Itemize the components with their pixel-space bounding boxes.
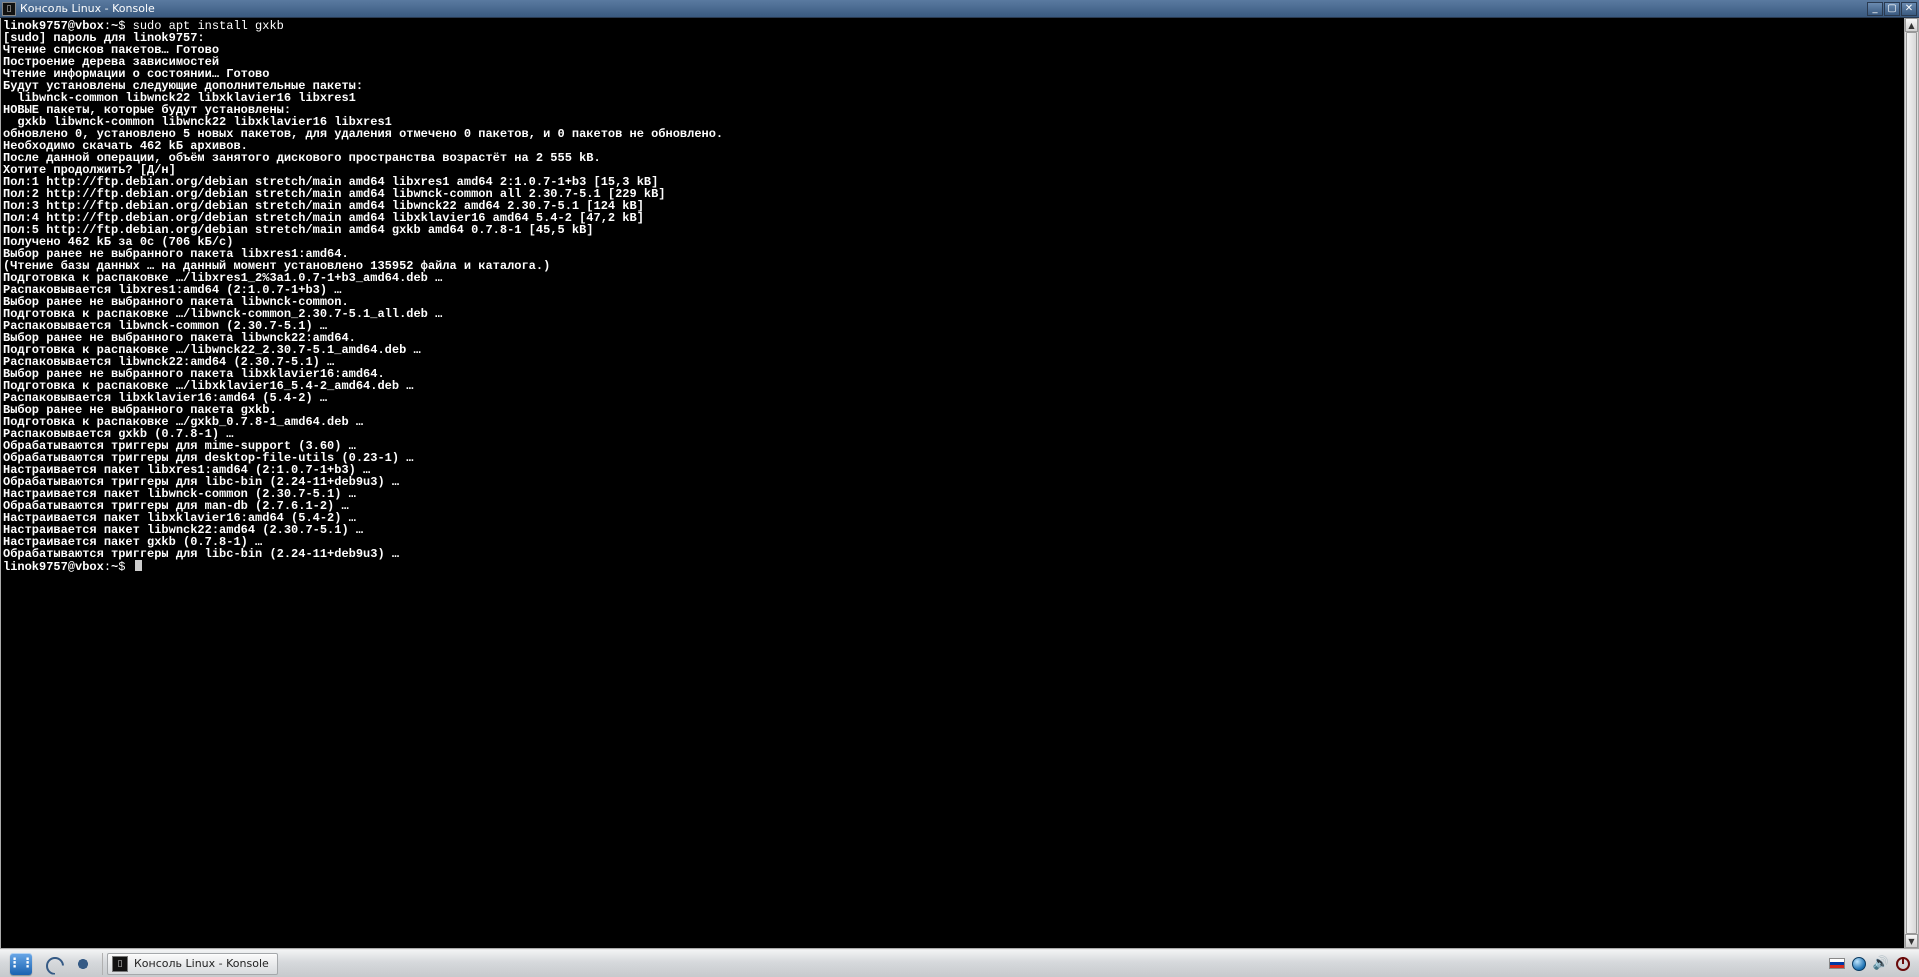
terminal[interactable]: linok9757@vbox:~$ sudo apt install gxkb[… — [1, 18, 1904, 948]
terminal-line: Подготовка к распаковке …/gxkb_0.7.8-1_a… — [3, 416, 1902, 428]
app-icon: ▯ — [2, 2, 16, 16]
window-body: linok9757@vbox:~$ sudo apt install gxkb[… — [0, 18, 1919, 949]
task-label: Консоль Linux - Konsole — [134, 957, 269, 970]
terminal-line: обновлено 0, установлено 5 новых пакетов… — [3, 128, 1902, 140]
maximize-button[interactable]: ▢ — [1884, 2, 1900, 16]
close-button[interactable]: ✕ — [1901, 2, 1917, 16]
volume-icon[interactable]: 🔊 — [1873, 956, 1889, 972]
vertical-scrollbar[interactable]: ▲ ▼ — [1904, 18, 1918, 948]
power-icon[interactable] — [1895, 956, 1911, 972]
taskbar-separator — [102, 953, 103, 975]
window-title: Консоль Linux - Konsole — [20, 2, 155, 15]
terminal-line: [sudo] пароль для linok9757: — [3, 32, 1902, 44]
minimize-button[interactable]: _ — [1867, 2, 1883, 16]
scroll-down-button[interactable]: ▼ — [1905, 934, 1918, 948]
scroll-thumb[interactable] — [1906, 32, 1917, 934]
terminal-line: Пол:5 http://ftp.debian.org/debian stret… — [3, 224, 1902, 236]
network-globe-icon[interactable] — [1851, 956, 1867, 972]
quick-launch-tool2[interactable] — [70, 953, 96, 975]
terminal-line: Распаковывается libxklavier16:amd64 (5.4… — [3, 392, 1902, 404]
taskbar: ⋮⋮ ▯ Консоль Linux - Konsole 🔊 — [0, 949, 1919, 977]
task-icon: ▯ — [112, 956, 128, 972]
terminal-line: Настраивается пакет libwnck22:amd64 (2.3… — [3, 524, 1902, 536]
terminal-line: linok9757@vbox:~$ — [3, 560, 1902, 573]
quick-launch-tool1[interactable] — [40, 953, 66, 975]
start-button[interactable]: ⋮⋮ — [6, 953, 36, 975]
terminal-line: После данной операции, объём занятого ди… — [3, 152, 1902, 164]
scroll-up-button[interactable]: ▲ — [1905, 18, 1918, 32]
terminal-line: Чтение списков пакетов… Готово — [3, 44, 1902, 56]
terminal-line: Построение дерева зависимостей — [3, 56, 1902, 68]
terminal-line: Обрабатываются триггеры для libc-bin (2.… — [3, 548, 1902, 560]
window-titlebar: ▯ Консоль Linux - Konsole _ ▢ ✕ — [0, 0, 1919, 18]
taskbar-task-konsole[interactable]: ▯ Консоль Linux - Konsole — [107, 953, 278, 975]
keyboard-layout-flag-icon[interactable] — [1829, 956, 1845, 972]
scroll-track[interactable] — [1905, 32, 1918, 934]
cursor — [135, 560, 142, 571]
terminal-line: linok9757@vbox:~$ sudo apt install gxkb — [3, 20, 1902, 32]
system-tray: 🔊 — [1829, 956, 1915, 972]
